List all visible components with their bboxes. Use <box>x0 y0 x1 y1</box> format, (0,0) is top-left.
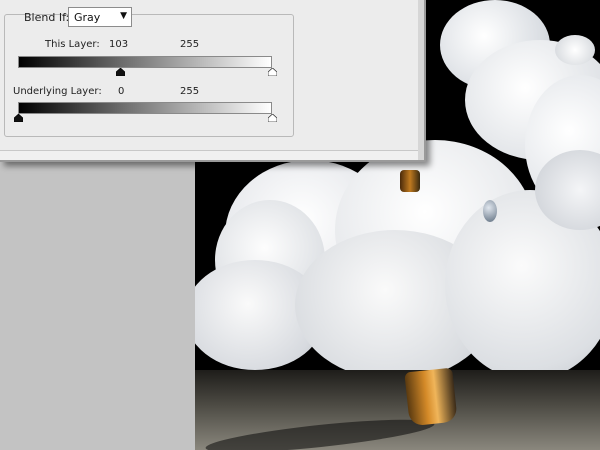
underlying-layer-white-value: 255 <box>180 86 200 97</box>
shoe-image <box>404 367 458 427</box>
this-layer-black-value: 103 <box>109 39 129 50</box>
chevron-down-icon: ▼ <box>120 11 127 21</box>
underlying-layer-gradient-bar[interactable] <box>18 102 272 114</box>
blend-if-selected-value: Gray <box>74 11 101 24</box>
blend-if-select[interactable]: Gray ▼ <box>68 7 132 27</box>
underlying-layer-label: Underlying Layer: <box>13 86 102 97</box>
dialog-panel: Blend If: Gray ▼ This Layer: 103 255 Und… <box>0 0 419 151</box>
this-layer-white-value: 255 <box>180 39 200 50</box>
blend-if-label: Blend If: <box>24 11 70 24</box>
blend-if-group-box <box>4 14 294 137</box>
this-layer-gradient-bar[interactable] <box>18 56 272 68</box>
layer-style-dialog: Blend If: Gray ▼ This Layer: 103 255 Und… <box>0 0 426 162</box>
slider-black-triangle-icon[interactable] <box>116 68 126 76</box>
underlying-layer-black-value: 0 <box>118 86 125 97</box>
cloud-puff <box>555 35 595 65</box>
water-drop-image <box>483 200 497 222</box>
dialog-right-edge <box>418 0 424 160</box>
slider-white-triangle-icon[interactable] <box>267 68 277 76</box>
slider-black-triangle-icon[interactable] <box>13 114 23 122</box>
this-layer-label: This Layer: <box>45 39 100 50</box>
shoe-image-fragment <box>400 170 420 192</box>
slider-white-triangle-icon[interactable] <box>267 114 277 122</box>
